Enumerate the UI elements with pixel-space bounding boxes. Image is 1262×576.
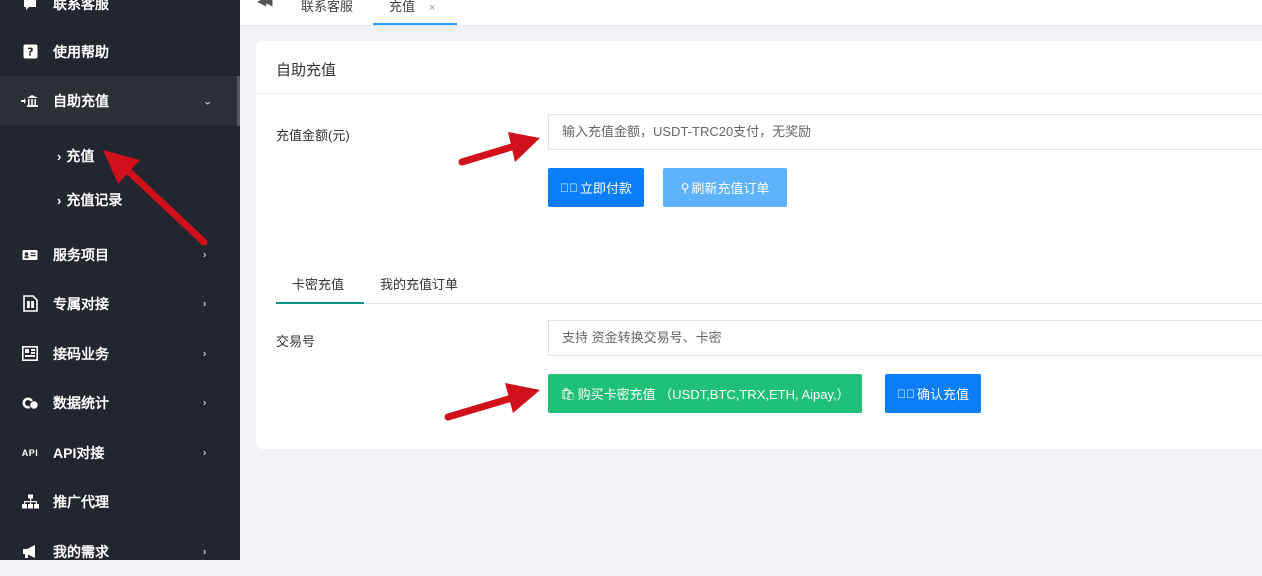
chevron-right-icon: ›: [203, 249, 207, 260]
sidebar-item-api[interactable]: API API对接 ›: [0, 428, 237, 477]
refresh-orders-label: 刷新充值订单: [691, 181, 770, 196]
sidebar-item-label: 专属对接: [53, 295, 109, 312]
chevron-down-icon: ⌄: [203, 95, 213, 107]
sidebar: 联系客服 ? 使用帮助 自助充值 ⌄ › 充值 › 充值记录 服务项目 › 专属…: [0, 0, 240, 560]
sidebar-item-label: 服务项目: [53, 246, 109, 263]
sidebar-item-label: 推广代理: [53, 493, 109, 510]
check-circle-icon: ✓⃝: [559, 180, 578, 195]
sidebar-item-self-recharge[interactable]: 自助充值 ⌄: [0, 76, 237, 125]
check-circle-icon: ✓⃝: [896, 386, 915, 401]
buy-card-button[interactable]: 🛍 购买卡密充值 （USDT,BTC,TRX,ETH, Aipay,）: [548, 374, 862, 413]
card-title: 自助充值: [276, 62, 337, 79]
tab-my-orders[interactable]: 我的充值订单: [380, 274, 458, 293]
tab-bar: ◀◀ 联系客服 充值 ×: [240, 0, 1262, 26]
sidebar-item-label: 使用帮助: [53, 43, 109, 60]
sim-card-icon: [21, 295, 39, 313]
sidebar-subitem-label: 充值记录: [66, 192, 123, 208]
buy-card-label: 购买卡密充值 （USDT,BTC,TRX,ETH, Aipay,）: [577, 387, 850, 402]
sidebar-item-help[interactable]: ? 使用帮助: [0, 27, 237, 76]
chevron-right-icon: ›: [203, 397, 207, 408]
tab-card-recharge[interactable]: 卡密充值: [292, 274, 344, 293]
sidebar-item-promotion[interactable]: 推广代理: [0, 477, 237, 526]
chevron-right-icon: ›: [203, 546, 207, 557]
amount-input[interactable]: 输入充值金额，USDT-TRC20支付，无奖励: [548, 114, 1262, 150]
tabs-divider: [276, 303, 1262, 304]
id-card-icon: [21, 246, 39, 264]
sidebar-subitem-recharge-records[interactable]: › 充值记录: [57, 187, 122, 213]
megaphone-icon: [21, 543, 39, 561]
active-tab-indicator: [276, 302, 364, 304]
pay-now-label: 立即付款: [579, 181, 632, 196]
sidebar-item-dedicated[interactable]: 专属对接 ›: [0, 279, 237, 328]
sitemap-icon: [21, 493, 39, 511]
active-tab-indicator: [373, 23, 457, 25]
sidebar-item-label: 联系客服: [53, 0, 109, 12]
close-icon[interactable]: ×: [429, 2, 435, 14]
search-icon: ⚲: [680, 180, 690, 195]
transaction-label: 交易号: [276, 334, 316, 349]
sidebar-item-label: 自助充值: [53, 92, 109, 109]
sidebar-subitem-label: 充值: [66, 148, 95, 164]
bank-icon: [21, 92, 39, 110]
svg-text:?: ?: [27, 46, 33, 59]
api-icon: API: [21, 447, 39, 458]
sms-icon: [21, 345, 39, 363]
chevron-right-icon: ›: [203, 348, 207, 359]
confirm-recharge-button[interactable]: ✓⃝ 确认充值: [885, 374, 981, 413]
sidebar-item-sms-service[interactable]: 接码业务 ›: [0, 329, 237, 378]
chevron-right-icon: ›: [57, 192, 62, 208]
rewind-icon[interactable]: ◀◀: [257, 0, 273, 8]
sidebar-item-contact[interactable]: 联系客服: [0, 0, 237, 28]
help-icon: ?: [21, 43, 39, 61]
tab-recharge[interactable]: 充值 ×: [389, 0, 435, 15]
card-header: 自助充值: [256, 41, 1262, 94]
chevron-right-icon: ›: [57, 148, 62, 164]
chat-bubble-icon: [21, 0, 39, 13]
sidebar-item-services[interactable]: 服务项目 ›: [0, 230, 237, 279]
shopping-bag-icon: 🛍: [560, 386, 576, 401]
sidebar-item-label: 我的需求: [53, 543, 109, 560]
sidebar-subitem-recharge[interactable]: › 充值: [57, 143, 94, 169]
sidebar-item-statistics[interactable]: 数据统计 ›: [0, 378, 237, 427]
coins-icon: [21, 394, 39, 412]
sidebar-item-label: API对接: [53, 444, 105, 461]
tab-label: 充值: [389, 0, 416, 14]
chevron-right-icon: ›: [203, 447, 207, 458]
amount-label: 充值金额(元): [276, 128, 350, 143]
transaction-input[interactable]: 支持 资金转换交易号、卡密: [548, 320, 1262, 356]
sidebar-item-label: 数据统计: [53, 394, 109, 411]
confirm-recharge-label: 确认充值: [916, 387, 969, 402]
sidebar-scrollbar[interactable]: [237, 76, 240, 126]
sidebar-item-my-requests[interactable]: 我的需求 ›: [0, 527, 237, 576]
pay-now-button[interactable]: ✓⃝ 立即付款: [548, 168, 644, 207]
refresh-orders-button[interactable]: ⚲ 刷新充值订单: [663, 168, 787, 207]
chevron-right-icon: ›: [203, 298, 207, 309]
recharge-card: 自助充值 充值金额(元) 输入充值金额，USDT-TRC20支付，无奖励 ✓⃝ …: [256, 41, 1262, 449]
tab-contact[interactable]: 联系客服: [301, 0, 353, 15]
sidebar-item-label: 接码业务: [53, 345, 109, 362]
